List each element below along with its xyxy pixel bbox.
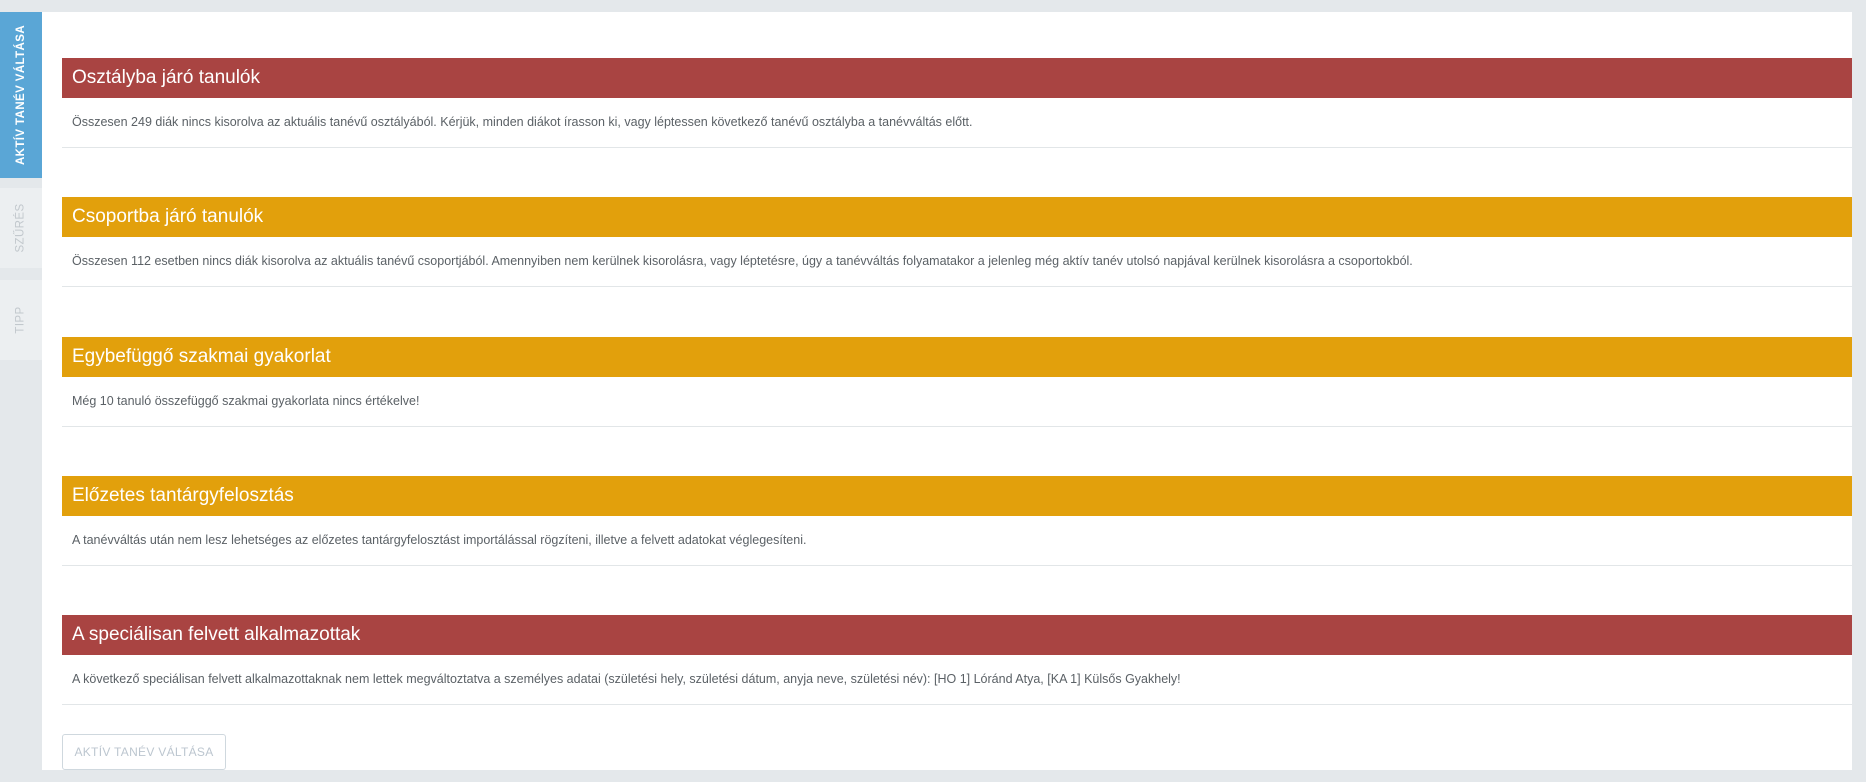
panel-header: Előzetes tantárgyfelosztás	[62, 476, 1852, 516]
panel-header: Csoportba járó tanulók	[62, 197, 1852, 237]
panel-title: Egybefüggő szakmai gyakorlat	[72, 346, 331, 367]
panel-title: A speciálisan felvett alkalmazottak	[72, 624, 361, 645]
panel-message: Összesen 249 diák nincs kisorolva az akt…	[72, 115, 973, 129]
aktiv-tanev-valtasa-button[interactable]: AKTÍV TANÉV VÁLTÁSA	[62, 734, 226, 770]
panel-elozetes-tantargyfelosztas: Előzetes tantárgyfelosztás A tanévváltás…	[62, 476, 1852, 566]
tab-szures[interactable]: SZŰRÉS	[0, 188, 42, 268]
panel-message: Összesen 112 esetben nincs diák kisorolv…	[72, 254, 1413, 268]
main-content: Osztályba járó tanulók Összesen 249 diák…	[42, 12, 1852, 770]
panel-title: Előzetes tantárgyfelosztás	[72, 485, 294, 506]
panel-osztalyba-jaro-tanulok: Osztályba járó tanulók Összesen 249 diák…	[62, 58, 1852, 148]
tab-aktiv-tanev-valtasa[interactable]: AKTÍV TANÉV VÁLTÁSA	[0, 12, 42, 178]
panel-message: A tanévváltás után nem lesz lehetséges a…	[72, 533, 807, 547]
panel-title: Osztályba járó tanulók	[72, 67, 260, 88]
panel-header: Osztályba járó tanulók	[62, 58, 1852, 98]
tab-label: SZŰRÉS	[15, 203, 28, 253]
panel-egybefuggo-szakmai-gyakorlat: Egybefüggő szakmai gyakorlat Még 10 tanu…	[62, 337, 1852, 427]
tab-label: TIPP	[14, 306, 27, 334]
panel-csoportba-jaro-tanulok: Csoportba járó tanulók Összesen 112 eset…	[62, 197, 1852, 287]
tab-tipp[interactable]: TIPP	[0, 280, 42, 360]
tab-label: AKTÍV TANÉV VÁLTÁSA	[15, 24, 28, 166]
panel-message: A következő speciálisan felvett alkalmaz…	[72, 672, 1181, 686]
panel-specialisan-felvett-alkalmazottak: A speciálisan felvett alkalmazottak A kö…	[62, 615, 1852, 705]
panel-title: Csoportba járó tanulók	[72, 206, 264, 227]
panel-header: Egybefüggő szakmai gyakorlat	[62, 337, 1852, 377]
panel-header: A speciálisan felvett alkalmazottak	[62, 615, 1852, 655]
panel-message: Még 10 tanuló összefüggő szakmai gyakorl…	[72, 394, 420, 408]
